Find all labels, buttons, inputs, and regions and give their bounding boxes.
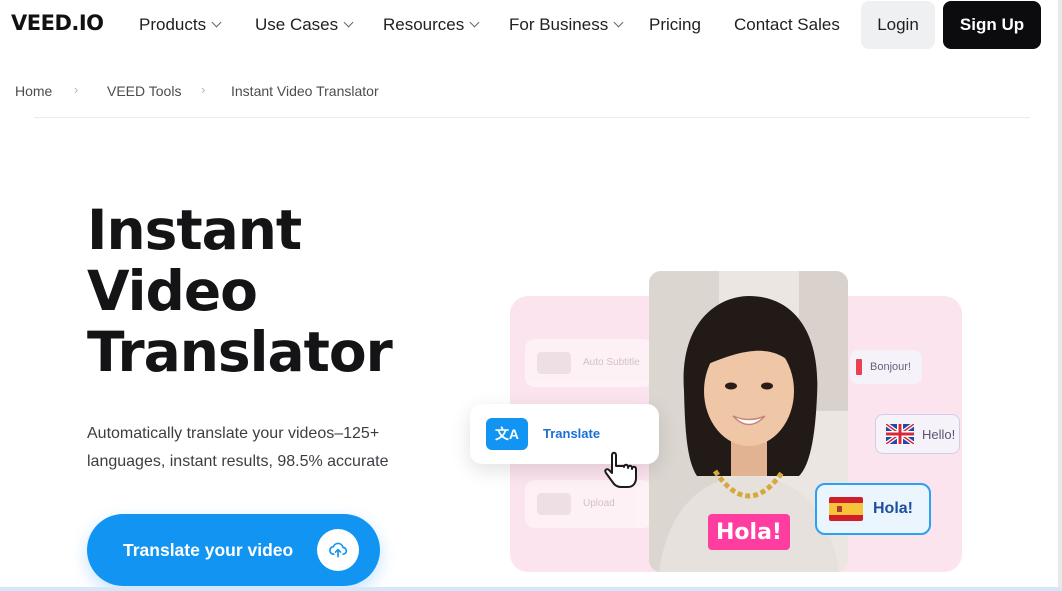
nav-resources-label: Resources: [383, 15, 465, 34]
divider: [34, 117, 1030, 118]
translate-video-button[interactable]: Translate your video: [87, 514, 380, 586]
subtitle-icon: [537, 352, 571, 374]
chevron-down-icon: [469, 17, 480, 28]
nav-for-business-label: For Business: [509, 15, 609, 34]
chevron-down-icon: [343, 17, 354, 28]
chevron-right-icon: ›: [74, 82, 79, 97]
nav-products[interactable]: Products: [139, 15, 222, 35]
bubble-english: Hello!: [875, 414, 960, 454]
bubble-english-text: Hello!: [922, 426, 956, 442]
upload-icon: [317, 529, 359, 571]
bottom-edge: [0, 587, 1062, 591]
nav-contact-sales-label: Contact Sales: [734, 15, 840, 34]
nav-for-business[interactable]: For Business: [509, 15, 624, 35]
bubble-french: Bonjour!: [850, 350, 922, 384]
title-line: Translator: [87, 320, 393, 384]
nav-contact-sales[interactable]: Contact Sales: [734, 15, 840, 35]
ghost-auto-subtitle-card: Auto Subtitle: [525, 339, 653, 387]
chevron-right-icon: ›: [201, 82, 206, 97]
translate-icon: 文A: [486, 418, 528, 450]
ghost-upload-label: Upload: [583, 498, 615, 509]
nav-pricing[interactable]: Pricing: [649, 15, 701, 35]
scrollbar-track[interactable]: [1058, 0, 1062, 591]
chevron-down-icon: [211, 17, 222, 28]
translate-card-label: Translate: [543, 426, 601, 441]
bubble-spanish-text: Hola!: [873, 500, 913, 517]
chevron-down-icon: [613, 17, 624, 28]
bubble-spanish: Hola!: [815, 483, 931, 535]
nav-resources[interactable]: Resources: [383, 15, 480, 35]
cloud-upload-icon: [537, 493, 571, 515]
breadcrumb-veed-tools[interactable]: VEED Tools: [107, 83, 181, 99]
bubble-french-text: Bonjour!: [870, 361, 911, 373]
top-navigation: VEED.IO Products Use Cases Resources For…: [0, 0, 1062, 50]
breadcrumb-current: Instant Video Translator: [231, 83, 379, 99]
nav-use-cases-label: Use Cases: [255, 15, 339, 34]
title-line: Video: [87, 259, 258, 323]
hero-subtitle: Automatically translate your videos–125+…: [87, 425, 389, 470]
spain-flag-icon: [829, 497, 863, 521]
signup-button[interactable]: Sign Up: [943, 1, 1041, 49]
nav-pricing-label: Pricing: [649, 15, 701, 34]
login-button[interactable]: Login: [861, 1, 935, 49]
breadcrumb-home[interactable]: Home: [15, 83, 52, 99]
caption-spanish: Hola!: [708, 514, 790, 550]
nav-use-cases[interactable]: Use Cases: [255, 15, 354, 35]
veed-logo[interactable]: VEED.IO: [11, 11, 104, 35]
uk-flag-icon: [886, 424, 914, 444]
title-line: Instant: [87, 198, 302, 262]
france-flag-icon: [856, 359, 862, 375]
ghost-auto-subtitle-label: Auto Subtitle: [583, 357, 640, 368]
nav-products-label: Products: [139, 15, 207, 34]
page-title: Instant Video Translator: [87, 198, 393, 384]
hand-cursor-icon: [604, 451, 637, 488]
translate-video-button-label: Translate your video: [123, 539, 294, 560]
